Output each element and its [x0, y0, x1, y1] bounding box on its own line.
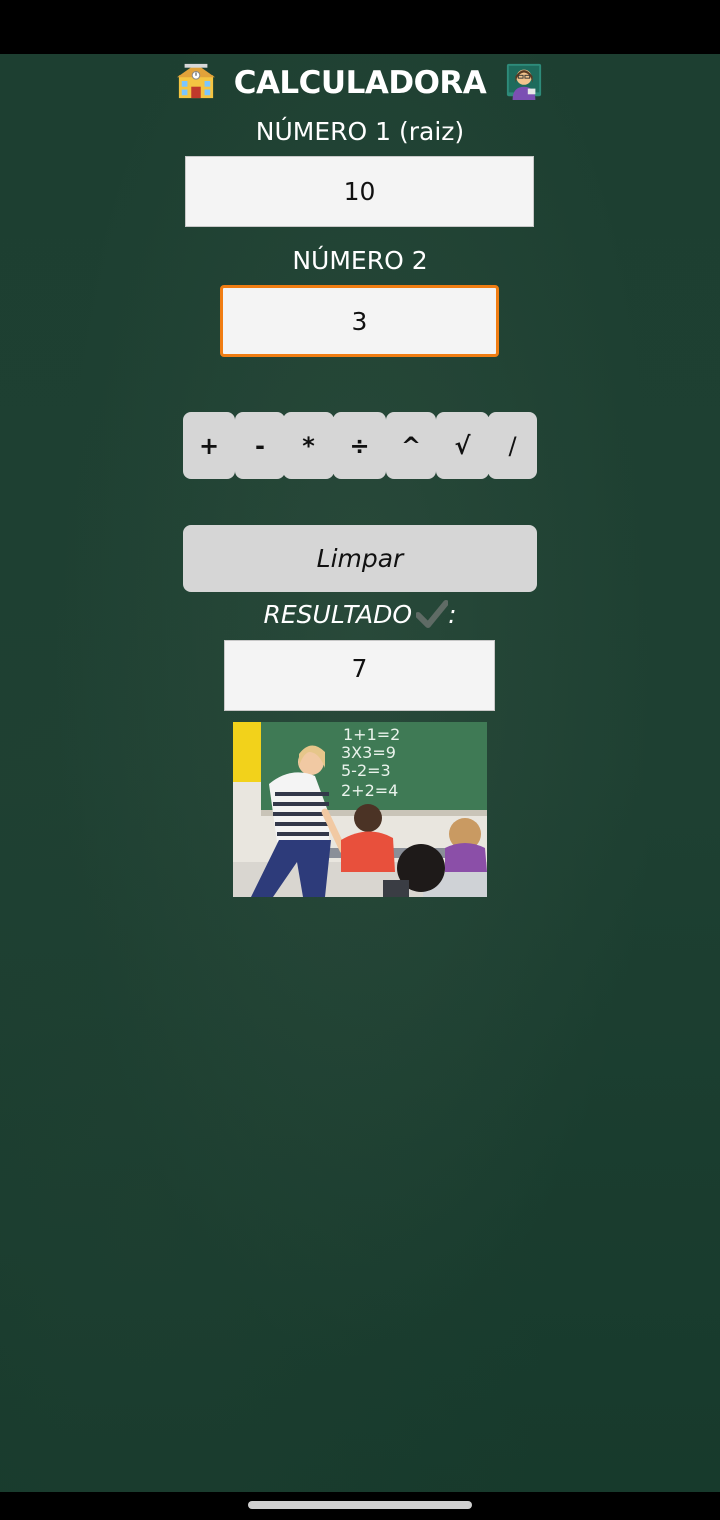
- chalk-line-3: 5-2=3: [341, 761, 391, 780]
- add-button[interactable]: +: [183, 412, 235, 479]
- home-indicator[interactable]: [248, 1501, 472, 1509]
- school-icon: [177, 63, 216, 99]
- result-label-text: RESULTADO: [263, 600, 413, 629]
- number2-label: NÚMERO 2: [292, 246, 428, 275]
- multiply-button[interactable]: *: [283, 412, 334, 479]
- divide-button[interactable]: ÷: [333, 412, 386, 479]
- operation-buttons: + - * ÷ ^ √ /: [183, 412, 537, 479]
- number1-label: NÚMERO 1 (raiz): [255, 117, 465, 146]
- root-button[interactable]: √: [436, 412, 489, 479]
- clear-button[interactable]: Limpar: [183, 525, 537, 592]
- number1-input[interactable]: [185, 156, 534, 227]
- check-mark-icon: [416, 600, 449, 628]
- result-output: 7: [224, 640, 495, 711]
- phone-screen: CALCULADORA NÚMERO 1 (raiz) NÚMERO 2 + -…: [0, 0, 720, 1520]
- status-bar: [0, 0, 720, 54]
- subtract-button[interactable]: -: [235, 412, 285, 479]
- power-button[interactable]: ^: [386, 412, 436, 479]
- title-text: CALCULADORA: [233, 65, 487, 101]
- chalk-line-2: 3X3=9: [341, 743, 396, 762]
- chalk-line-4: 2+2=4: [341, 781, 398, 800]
- teacher-icon: [506, 63, 541, 100]
- result-label: RESULTADO :: [0, 599, 720, 629]
- chalk-line-1: 1+1=2: [343, 725, 400, 744]
- classroom-illustration: 1+1=2 3X3=9 5-2=3 2+2=4: [233, 722, 487, 897]
- slash-divide-button[interactable]: /: [488, 412, 537, 479]
- number2-input[interactable]: [220, 285, 499, 357]
- classroom-image: 1+1=2 3X3=9 5-2=3 2+2=4: [233, 722, 487, 897]
- result-label-colon: :: [448, 600, 457, 629]
- app-title: CALCULADORA: [0, 62, 720, 101]
